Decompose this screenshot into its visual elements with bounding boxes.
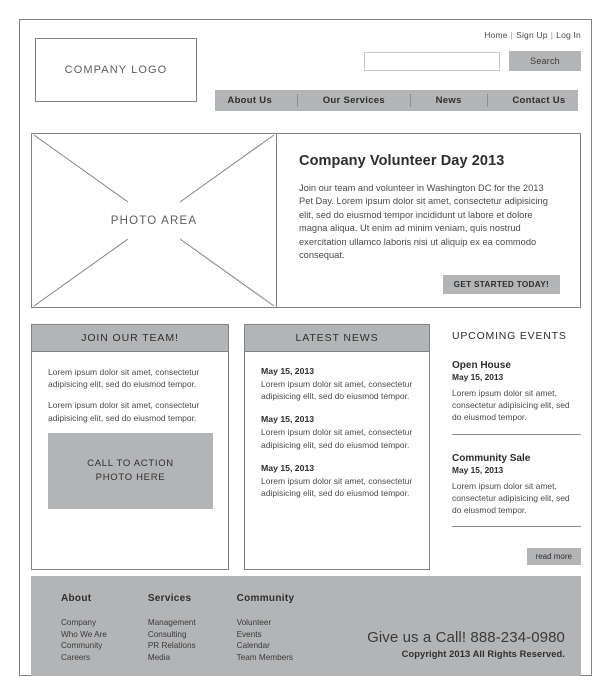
utility-link-log-in[interactable]: Log In [556, 30, 581, 40]
nav-divider-1 [296, 94, 298, 107]
hero-section: PHOTO AREA Company Volunteer Day 2013 Jo… [31, 133, 581, 308]
footer-column-title: Community [236, 593, 295, 604]
hero-body-text: Join our team and volunteer in Washingto… [299, 183, 548, 261]
footer-column-title: Services [147, 593, 192, 604]
footer-link[interactable]: Who We Are [61, 629, 107, 641]
utility-link-sign-up[interactable]: Sign Up [516, 30, 548, 40]
footer-column-community: Community Volunteer Events Calendar Team… [237, 593, 295, 663]
nav-divider-3 [486, 94, 488, 107]
page-wireframe: Home | Sign Up | Log In COMPANY LOGO Search … [19, 19, 592, 676]
hero-content: Company Volunteer Day 2013 Join our team… [277, 134, 580, 307]
header: Home | Sign Up | Log In COMPANY LOGO Search … [20, 20, 593, 112]
footer-link[interactable]: Consulting [148, 629, 196, 641]
nav-item-contact-us[interactable]: Contact Us [512, 95, 565, 106]
footer-column-title: About [61, 593, 92, 604]
utility-nav: Home | Sign Up | Log In [484, 30, 581, 40]
news-panel-body: May 15, 2013 Lorem ipsum dolor sit amet,… [245, 352, 429, 499]
nav-item-about-us[interactable]: About Us [227, 95, 272, 106]
event-date: May 15, 2013 [452, 372, 504, 382]
copyright-text: Copyright 2013 All Rights Reserved. [401, 649, 565, 659]
join-panel-heading: JOIN OUR TEAM! [32, 325, 228, 352]
news-item-date: May 15, 2013 [261, 414, 315, 425]
footer-link[interactable]: Events [237, 629, 295, 641]
event-text: Lorem ipsum dolor sit amet, consectetur … [452, 480, 570, 516]
event-list-item[interactable]: Community Sale May 15, 2013 Lorem ipsum … [445, 453, 581, 517]
content-band: JOIN OUR TEAM! Lorem ipsum dolor sit ame… [31, 324, 581, 570]
news-list-item[interactable]: May 15, 2013 Lorem ipsum dolor sit amet,… [261, 463, 415, 499]
event-divider [452, 433, 581, 435]
main-nav: About Us Our Services News Contact Us [215, 90, 578, 111]
join-paragraph: Lorem ipsum dolor sit amet, consectetur … [48, 367, 200, 390]
news-item-text: Lorem ipsum dolor sit amet, consectetur … [261, 379, 413, 402]
news-panel-heading: LATEST NEWS [245, 325, 429, 352]
nav-item-news[interactable]: News [436, 95, 462, 106]
news-item-text: Lorem ipsum dolor sit amet, consectetur … [261, 475, 413, 499]
event-list-item[interactable]: Open House May 15, 2013 Lorem ipsum dolo… [445, 360, 581, 424]
footer-link[interactable]: Team Members [237, 652, 295, 664]
hero-photo-placeholder[interactable]: PHOTO AREA [32, 134, 277, 307]
news-list-item[interactable]: May 15, 2013 Lorem ipsum dolor sit amet,… [261, 366, 415, 402]
join-our-team-panel: JOIN OUR TEAM! Lorem ipsum dolor sit ame… [31, 324, 229, 570]
footer-link[interactable]: Management [148, 617, 196, 629]
call-to-action-photo-placeholder[interactable]: CALL TO ACTION PHOTO HERE [48, 432, 213, 509]
company-logo-placeholder[interactable]: COMPANY LOGO [35, 38, 197, 102]
hero-title: Company Volunteer Day 2013 [299, 153, 505, 169]
latest-news-panel: LATEST NEWS May 15, 2013 Lorem ipsum dol… [244, 324, 430, 570]
event-title: Open House [452, 360, 511, 371]
footer-column-services: Services Management Consulting PR Relati… [148, 593, 196, 663]
utility-separator-1: | [510, 30, 514, 40]
footer-link-columns: About Company Who We Are Community Caree… [61, 593, 294, 663]
cta-photo-line-1: CALL TO ACTION [87, 457, 174, 469]
news-item-text: Lorem ipsum dolor sit amet, consectetur … [261, 427, 413, 450]
footer-link[interactable]: Community [61, 640, 107, 652]
hero-photo-label: PHOTO AREA [32, 209, 276, 232]
event-divider [452, 526, 581, 528]
join-panel-body: Lorem ipsum dolor sit amet, consectetur … [32, 352, 228, 509]
footer-link[interactable]: Company [61, 617, 107, 629]
get-started-button[interactable]: GET STARTED TODAY! [442, 275, 560, 294]
utility-separator-2: | [550, 30, 554, 40]
phone-number-line: Give us a Call! 888-234-0980 [367, 629, 565, 646]
event-date: May 15, 2013 [452, 464, 504, 475]
news-item-date: May 15, 2013 [261, 366, 315, 376]
join-paragraph: Lorem ipsum dolor sit amet, consectetur … [48, 400, 200, 423]
events-panel-heading: UPCOMING EVENTS [452, 330, 567, 342]
footer-link[interactable]: Media [148, 652, 196, 664]
company-logo-label: COMPANY LOGO [64, 64, 168, 76]
footer-link[interactable]: Volunteer [237, 617, 295, 629]
footer-column-about: About Company Who We Are Community Caree… [61, 593, 107, 663]
search-button[interactable]: Search [509, 51, 581, 71]
event-title: Community Sale [452, 452, 531, 464]
utility-link-home[interactable]: Home [484, 30, 507, 40]
footer-link[interactable]: Careers [61, 652, 107, 664]
footer-link[interactable]: Calendar [237, 640, 295, 652]
news-list-item[interactable]: May 15, 2013 Lorem ipsum dolor sit amet,… [261, 414, 415, 450]
footer-link[interactable]: PR Relations [148, 640, 196, 652]
search-area: Search [364, 51, 581, 71]
footer: About Company Who We Are Community Caree… [31, 576, 581, 676]
search-input[interactable] [364, 51, 500, 71]
event-text: Lorem ipsum dolor sit amet, consectetur … [452, 388, 570, 423]
footer-contact: Give us a Call! 888-234-0980 Copyright 2… [367, 629, 565, 659]
read-more-button[interactable]: read more [526, 548, 581, 565]
news-item-date: May 15, 2013 [261, 462, 315, 473]
nav-item-our-services[interactable]: Our Services [323, 95, 385, 106]
cta-photo-line-2: PHOTO HERE [95, 471, 166, 483]
nav-divider-2 [409, 94, 411, 107]
upcoming-events-panel: UPCOMING EVENTS Open House May 15, 2013 … [445, 324, 581, 570]
